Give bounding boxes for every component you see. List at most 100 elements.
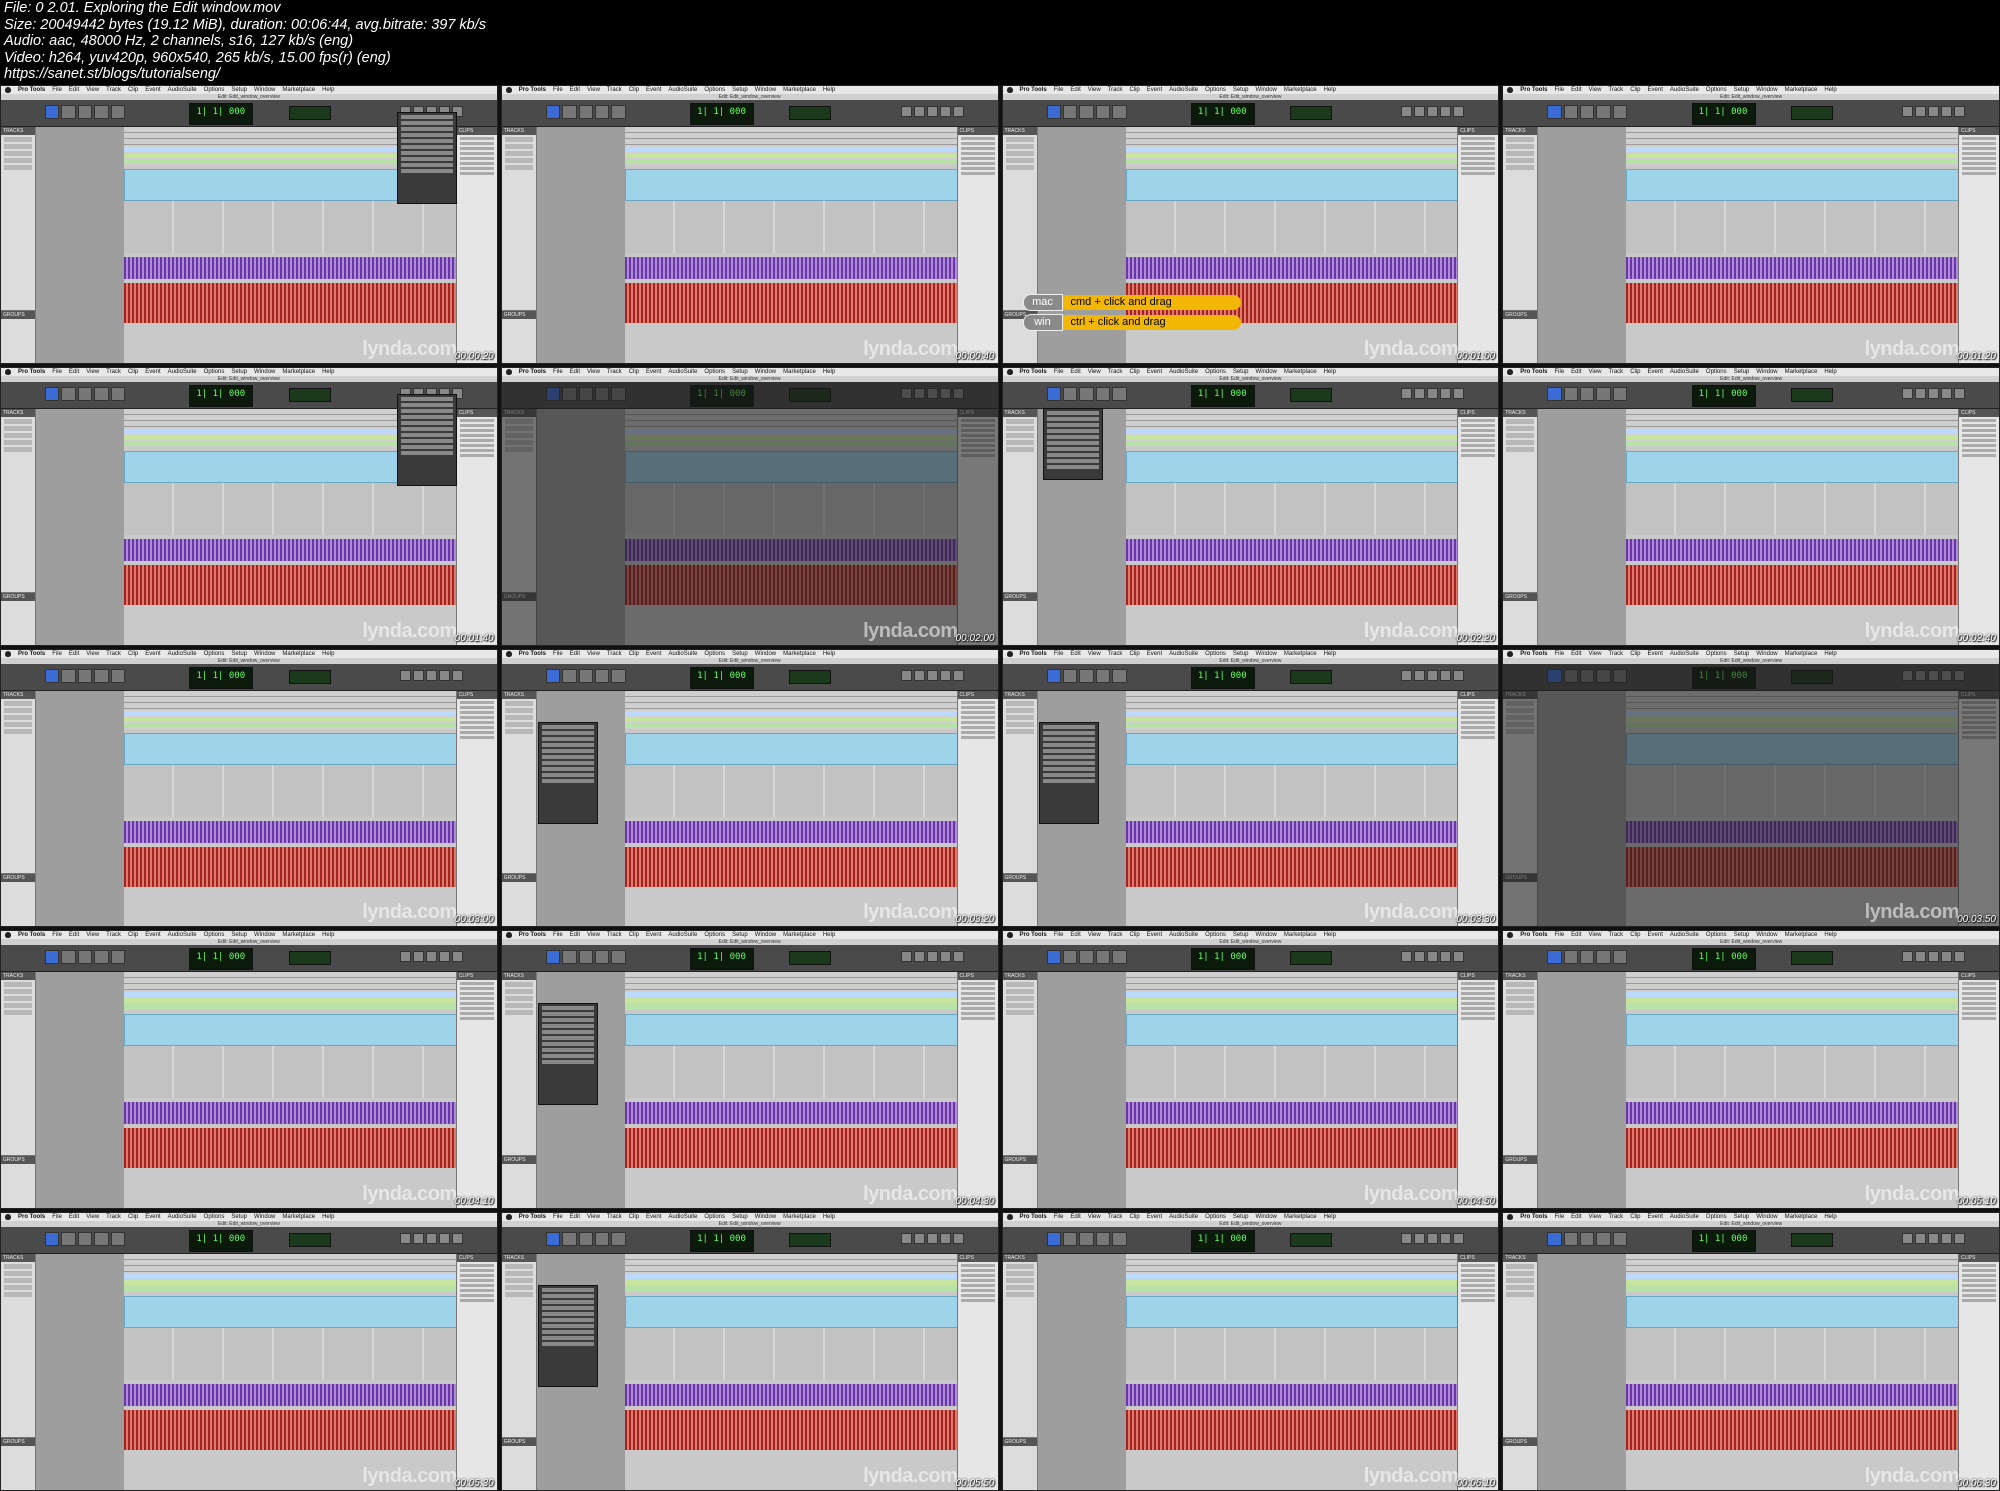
menu-item[interactable]: Edit — [69, 1214, 79, 1220]
menu-item[interactable]: View — [587, 651, 600, 657]
menu-item[interactable]: View — [1589, 1214, 1602, 1220]
menu-item[interactable]: Help — [322, 651, 334, 657]
apple-icon[interactable] — [1006, 368, 1013, 375]
audio-waveform-red[interactable] — [624, 283, 958, 323]
video-thumbnail-1[interactable]: Pro Tools File Edit View Track Clip Event Audio… — [0, 85, 498, 364]
midi-clip[interactable] — [1125, 732, 1459, 765]
menu-item[interactable]: Options — [1706, 932, 1727, 938]
apple-icon[interactable] — [1507, 368, 1514, 375]
main-counter[interactable]: 1| 1| 000 — [189, 103, 254, 125]
menu-item[interactable]: Track — [1108, 651, 1123, 657]
menu-item[interactable]: Pro Tools — [519, 651, 546, 657]
menu-item[interactable]: Clip — [1129, 1214, 1139, 1220]
menu-item[interactable]: Pro Tools — [519, 369, 546, 375]
apple-icon[interactable] — [505, 932, 512, 939]
menu-item[interactable]: Help — [1324, 1214, 1336, 1220]
menu-item[interactable]: File — [553, 369, 563, 375]
menu-item[interactable]: Edit — [570, 1214, 580, 1220]
menu-item[interactable]: Clip — [629, 651, 639, 657]
menu-item[interactable]: Marketplace — [1785, 369, 1818, 375]
video-thumbnail-3[interactable]: Pro Tools File Edit View Track Clip Event Audio… — [1001, 85, 1500, 364]
midi-clip[interactable] — [1626, 1296, 1959, 1329]
menu-item[interactable]: Track — [1608, 651, 1623, 657]
menu-item[interactable]: Marketplace — [1284, 369, 1317, 375]
menu-item[interactable]: Event — [145, 87, 160, 93]
menu-item[interactable]: Pro Tools — [18, 1214, 45, 1220]
main-counter[interactable]: 1| 1| 000 — [189, 384, 254, 407]
menu-item[interactable]: Edit — [69, 932, 79, 938]
menu-item[interactable]: Track — [607, 369, 622, 375]
menu-item[interactable]: File — [553, 1214, 563, 1220]
menu-item[interactable]: View — [587, 932, 600, 938]
audio-waveform-purple[interactable] — [1626, 1384, 1959, 1407]
menu-item[interactable]: Help — [823, 1214, 835, 1220]
menu-item[interactable]: Track — [607, 651, 622, 657]
menu-item[interactable]: View — [1088, 369, 1101, 375]
menu-item[interactable]: AudioSuite — [168, 87, 197, 93]
dropdown-menu[interactable] — [537, 1285, 598, 1388]
menu-item[interactable]: File — [52, 932, 62, 938]
menu-item[interactable]: Clip — [128, 1214, 138, 1220]
apple-icon[interactable] — [1507, 1214, 1514, 1221]
menu-item[interactable]: Pro Tools — [1020, 87, 1047, 93]
menu-item[interactable]: File — [52, 87, 62, 93]
menu-item[interactable]: Event — [145, 1214, 160, 1220]
menu-item[interactable]: Marketplace — [783, 651, 816, 657]
video-thumbnail-18[interactable]: Pro Tools File Edit View Track Clip Event Audio… — [500, 1212, 999, 1491]
menu-item[interactable]: Options — [704, 1214, 725, 1220]
menu-item[interactable]: View — [86, 1214, 99, 1220]
video-thumbnail-17[interactable]: Pro Tools File Edit View Track Clip Event Audio… — [0, 1212, 498, 1491]
menu-item[interactable]: View — [1088, 87, 1101, 93]
track-playlist-area[interactable] — [124, 1010, 457, 1209]
menu-item[interactable]: AudioSuite — [1670, 651, 1699, 657]
menu-item[interactable]: Help — [1824, 369, 1836, 375]
menu-item[interactable]: View — [1088, 932, 1101, 938]
dropdown-menu[interactable] — [396, 393, 457, 486]
transport-controls[interactable] — [1401, 106, 1465, 117]
menu-item[interactable]: AudioSuite — [1670, 1214, 1699, 1220]
midi-clip[interactable] — [124, 1014, 457, 1047]
track-headers[interactable] — [1037, 972, 1127, 1209]
menu-item[interactable]: View — [1589, 369, 1602, 375]
edit-tools[interactable] — [1046, 386, 1127, 401]
audio-waveform-purple[interactable] — [624, 1102, 958, 1125]
menu-item[interactable]: Track — [607, 87, 622, 93]
track-headers[interactable] — [536, 127, 626, 363]
menu-item[interactable]: Edit — [1571, 932, 1581, 938]
menu-item[interactable]: Help — [1824, 651, 1836, 657]
transport-controls[interactable] — [399, 1233, 463, 1245]
audio-waveform-purple[interactable] — [124, 257, 457, 279]
menu-item[interactable]: Setup — [1233, 369, 1249, 375]
audio-waveform-red[interactable] — [124, 1410, 457, 1451]
menu-item[interactable]: View — [1589, 651, 1602, 657]
apple-icon[interactable] — [1006, 1214, 1013, 1221]
track-playlist-area[interactable] — [1125, 446, 1459, 645]
video-thumbnail-2[interactable]: Pro Tools File Edit View Track Clip Event Audio… — [500, 85, 999, 364]
midi-clip[interactable] — [124, 1296, 457, 1329]
menu-item[interactable]: Edit — [570, 87, 580, 93]
menu-item[interactable]: Track — [1608, 932, 1623, 938]
transport-controls[interactable] — [1902, 951, 1965, 963]
video-thumbnail-16[interactable]: Pro Tools File Edit View Track Clip Event Audio… — [1502, 930, 2000, 1210]
video-thumbnail-11[interactable]: Pro Tools File Edit View Track Clip Event Audio… — [1001, 648, 1500, 928]
menu-item[interactable]: Edit — [570, 651, 580, 657]
menu-item[interactable]: Clip — [1129, 369, 1139, 375]
track-playlist-area[interactable] — [124, 1292, 457, 1490]
midi-clip[interactable] — [1626, 169, 1959, 201]
midi-clip[interactable] — [1626, 1014, 1959, 1047]
menu-item[interactable]: Setup — [231, 369, 247, 375]
audio-waveform-red[interactable] — [124, 564, 457, 605]
menu-item[interactable]: Edit — [69, 87, 79, 93]
menu-item[interactable]: Marketplace — [1284, 87, 1317, 93]
midi-clip[interactable] — [1125, 1014, 1459, 1047]
menu-item[interactable]: Pro Tools — [18, 651, 45, 657]
track-playlist-area[interactable] — [1626, 446, 1959, 645]
menu-item[interactable]: Pro Tools — [18, 87, 45, 93]
menu-item[interactable]: Track — [106, 651, 121, 657]
menu-item[interactable]: Edit — [570, 369, 580, 375]
menu-item[interactable]: File — [52, 651, 62, 657]
main-counter[interactable]: 1| 1| 000 — [1691, 103, 1756, 125]
track-headers[interactable] — [36, 1254, 125, 1490]
main-counter[interactable]: 1| 1| 000 — [690, 103, 755, 125]
audio-waveform-red[interactable] — [1125, 846, 1459, 887]
